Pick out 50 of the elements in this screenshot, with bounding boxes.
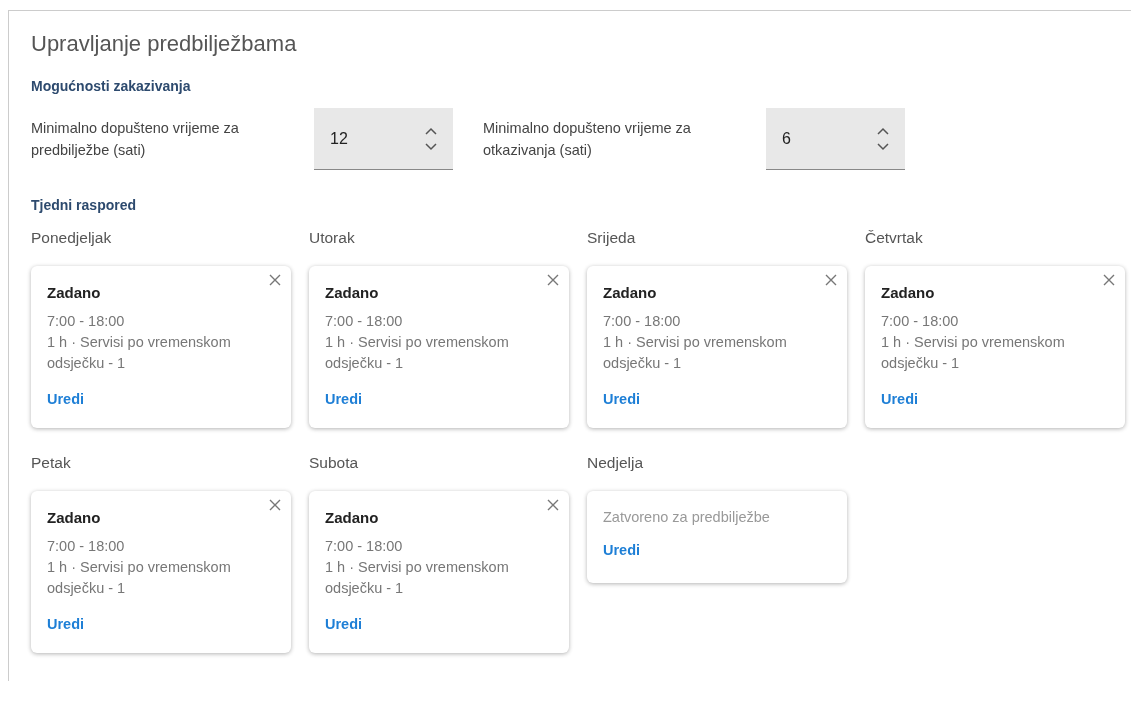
section-heading: Mogućnosti zakazivanja: [31, 78, 191, 94]
schedule-detail: 1 h · Servisi po vremenskom odsječku - 1: [881, 333, 1066, 373]
schedule-name: Zadano: [881, 284, 935, 301]
schedule-detail: 1 h · Servisi po vremenskom odsječku - 1: [325, 558, 510, 598]
day-label: Četvrtak: [865, 229, 923, 247]
close-icon[interactable]: [547, 274, 559, 286]
edit-link[interactable]: Uredi: [325, 616, 363, 632]
schedule-name: Zadano: [603, 284, 657, 301]
chevron-down-icon[interactable]: [877, 142, 889, 151]
edit-link[interactable]: Uredi: [47, 391, 85, 407]
field-label: Minimalno dopušteno vrijeme za otkazivanja (sati): [483, 119, 692, 160]
edit-link[interactable]: Uredi: [325, 391, 363, 407]
edit-link[interactable]: Uredi: [47, 616, 85, 632]
chevron-up-icon[interactable]: [425, 126, 437, 135]
schedule-hours: 7:00 - 18:00: [603, 312, 681, 331]
day-label: Ponedjeljak: [31, 229, 112, 247]
schedule-hours: 7:00 - 18:00: [881, 312, 959, 331]
chevron-down-icon[interactable]: [425, 142, 437, 151]
close-icon[interactable]: [825, 274, 837, 286]
field-label: Minimalno dopušteno vrijeme za predbilježbe (sati): [31, 119, 240, 160]
schedule-hours: 7:00 - 18:00: [47, 537, 125, 556]
schedule-name: Zadano: [325, 284, 379, 301]
schedule-name: Zadano: [47, 509, 101, 526]
section-heading: Tjedni raspored: [31, 197, 137, 213]
day-label: Subota: [309, 454, 359, 472]
edit-link[interactable]: Uredi: [603, 542, 641, 558]
close-icon[interactable]: [547, 499, 559, 511]
chevron-up-icon[interactable]: [877, 126, 889, 135]
day-label: Petak: [31, 454, 71, 472]
number-field[interactable]: 6: [766, 108, 905, 170]
day-label: Utorak: [309, 229, 355, 247]
schedule-name: Zadano: [325, 509, 379, 526]
schedule-detail: 1 h · Servisi po vremenskom odsječku - 1: [603, 333, 788, 373]
page-title: Upravljanje predbilježbama: [31, 31, 298, 57]
close-icon[interactable]: [1103, 274, 1115, 286]
schedule-detail: 1 h · Servisi po vremenskom odsječku - 1: [47, 558, 232, 598]
day-label: Srijeda: [587, 229, 636, 247]
schedule-detail: 1 h · Servisi po vremenskom odsječku - 1: [47, 333, 232, 373]
closed-note: Zatvoreno za predbilježbe: [603, 509, 770, 525]
edit-link[interactable]: Uredi: [603, 391, 641, 407]
close-icon[interactable]: [269, 499, 281, 511]
edit-link[interactable]: Uredi: [881, 391, 919, 407]
number-field[interactable]: 12: [314, 108, 453, 170]
schedule-name: Zadano: [47, 284, 101, 301]
schedule-detail: 1 h · Servisi po vremenskom odsječku - 1: [325, 333, 510, 373]
schedule-hours: 7:00 - 18:00: [47, 312, 125, 331]
day-label: Nedjelja: [587, 454, 643, 472]
schedule-hours: 7:00 - 18:00: [325, 312, 403, 331]
close-icon[interactable]: [269, 274, 281, 286]
schedule-hours: 7:00 - 18:00: [325, 537, 403, 556]
